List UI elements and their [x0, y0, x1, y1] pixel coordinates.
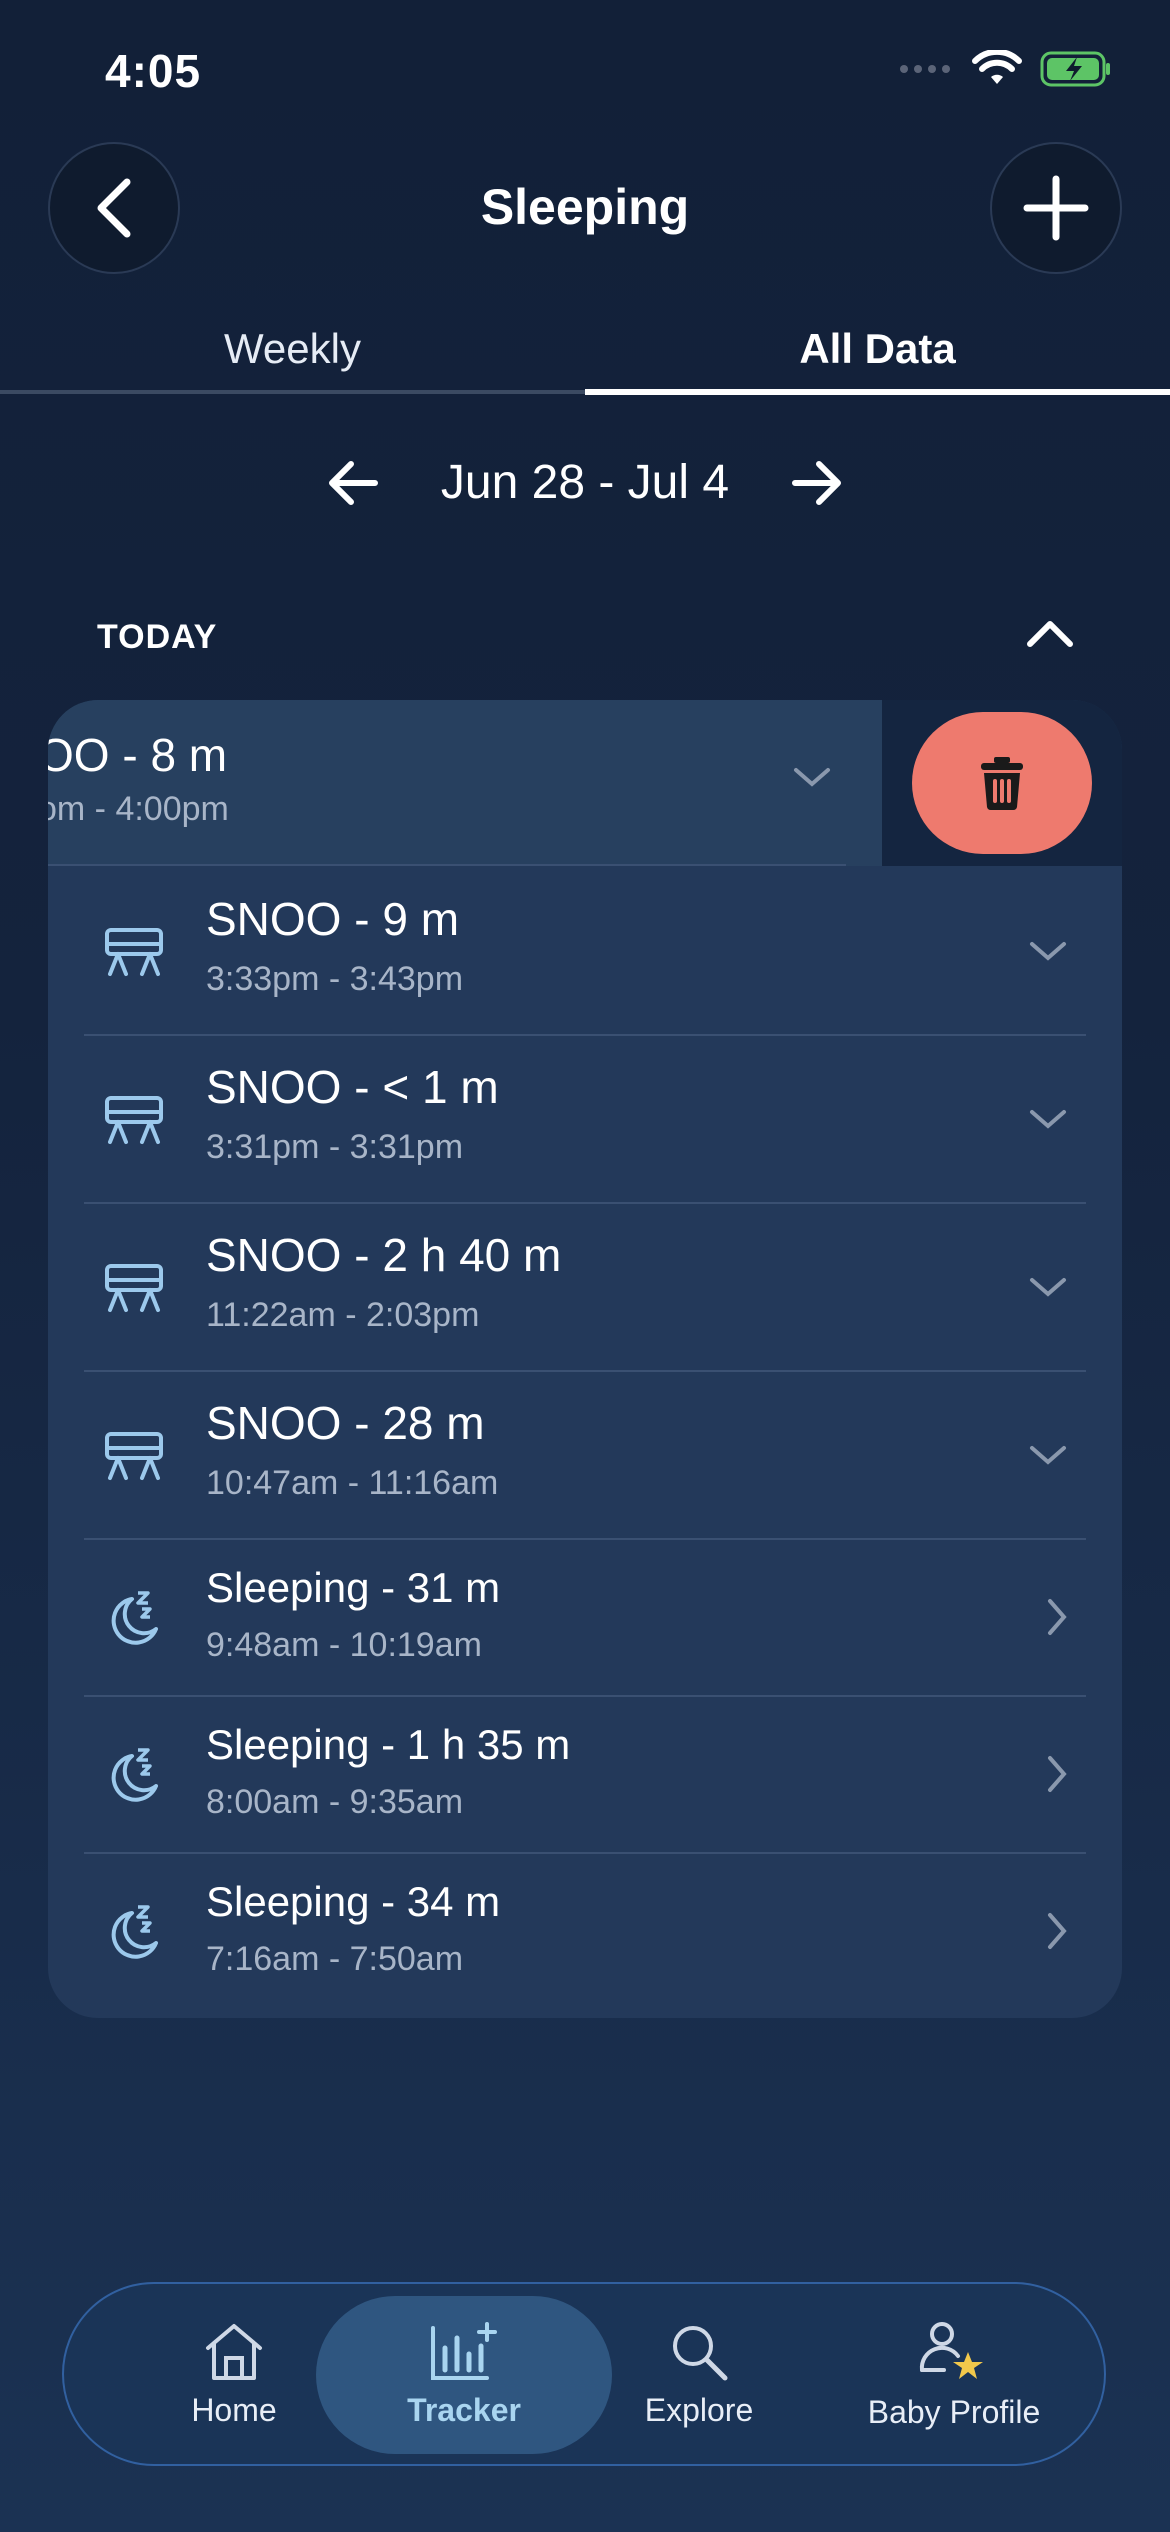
nav-item-home[interactable]: Home: [134, 2284, 334, 2464]
chevron-down-icon[interactable]: [1026, 1440, 1070, 1468]
chevron-right-icon[interactable]: [1042, 1752, 1070, 1796]
list-item[interactable]: SNOO - 9 m 3:33pm - 3:43pm: [84, 866, 1086, 1036]
chevron-down-icon[interactable]: [1026, 1104, 1070, 1132]
moon-sleep-icon: [111, 1904, 158, 1959]
status-time: 4:05: [105, 45, 202, 97]
arrow-right-icon[interactable]: [789, 458, 845, 508]
entry-time: 9:48am - 10:19am: [206, 1626, 482, 1664]
nav-label-tracker: Tracker: [407, 2391, 521, 2428]
snoo-bassinet-icon: [105, 1264, 163, 1312]
chevron-down-icon[interactable]: [1026, 936, 1070, 964]
moon-sleep-icon: [111, 1747, 158, 1802]
entry-time: om - 4:00pm: [48, 790, 229, 828]
tab-underline: [0, 390, 585, 394]
status-icons: [898, 50, 1112, 88]
nav-label-explore: Explore: [644, 2391, 754, 2428]
home-icon: [206, 2323, 262, 2380]
list-item[interactable]: SNOO - 2 h 40 m 11:22am - 2:03pm: [84, 1202, 1086, 1372]
entry-time: 3:31pm - 3:31pm: [206, 1128, 464, 1166]
add-entry-button[interactable]: [990, 142, 1122, 274]
entry-time: 11:22am - 2:03pm: [206, 1296, 480, 1334]
list-item[interactable]: SNOO - < 1 m 3:31pm - 3:31pm: [84, 1034, 1086, 1204]
entry-title: Sleeping - 1 h 35 m: [206, 1721, 571, 1768]
tab-weekly[interactable]: Weekly: [0, 325, 585, 373]
chevron-down-icon[interactable]: [1026, 1272, 1070, 1300]
list-item-swiped[interactable]: OO - 8 m om - 4:00pm: [48, 700, 882, 866]
trash-icon: [981, 757, 1023, 811]
battery-charging-icon: [1040, 51, 1110, 87]
search-icon: [673, 2325, 728, 2380]
list-item[interactable]: Sleeping - 1 h 35 m 8:00am - 9:35am: [84, 1695, 1086, 1854]
snoo-bassinet-icon: [105, 1096, 163, 1144]
date-range-label: Jun 28 - Jul 4: [440, 456, 730, 509]
tracker-chart-icon: [431, 2321, 497, 2380]
bottom-nav: Home Tracker Explore Baby Profile: [62, 2282, 1106, 2466]
plus-icon: [1023, 175, 1089, 241]
list-item[interactable]: Sleeping - 31 m 9:48am - 10:19am: [84, 1538, 1086, 1697]
nav-item-explore[interactable]: Explore: [594, 2284, 804, 2464]
snoo-bassinet-icon: [105, 1432, 163, 1480]
entry-time: 10:47am - 11:16am: [206, 1464, 499, 1502]
moon-sleep-icon: [111, 1590, 158, 1645]
chevron-right-icon[interactable]: [1042, 1909, 1070, 1953]
entry-title: SNOO - < 1 m: [206, 1061, 499, 1113]
chevron-down-icon[interactable]: [790, 762, 834, 790]
chevron-right-icon[interactable]: [1042, 1595, 1070, 1639]
baby-profile-icon: [919, 2321, 983, 2379]
entry-title: SNOO - 28 m: [206, 1397, 485, 1449]
entry-title: SNOO - 9 m: [206, 893, 460, 945]
date-range-navigator: Jun 28 - Jul 4: [0, 455, 1170, 510]
nav-label-baby-profile: Baby Profile: [867, 2393, 1041, 2430]
entry-title: SNOO - 2 h 40 m: [206, 1229, 562, 1281]
list-item[interactable]: Sleeping - 34 m 7:16am - 7:50am: [84, 1852, 1086, 2009]
entry-title: Sleeping - 31 m: [206, 1564, 501, 1611]
list-item[interactable]: SNOO - 28 m 10:47am - 11:16am: [84, 1370, 1086, 1540]
entry-time: 3:33pm - 3:43pm: [206, 960, 464, 998]
nav-item-tracker[interactable]: Tracker: [364, 2284, 564, 2464]
delete-button[interactable]: [912, 712, 1092, 854]
nav-label-home: Home: [191, 2391, 277, 2428]
cellular-signal-icon: [900, 65, 950, 73]
entry-title: OO - 8 m: [48, 729, 228, 781]
entry-time: 7:16am - 7:50am: [206, 1940, 464, 1978]
chevron-up-icon[interactable]: [1024, 614, 1076, 654]
tab-all-data[interactable]: All Data: [585, 325, 1170, 373]
snoo-bassinet-icon: [105, 928, 163, 976]
wifi-icon: [972, 50, 1022, 84]
nav-item-baby-profile[interactable]: Baby Profile: [834, 2284, 1074, 2464]
entry-title: Sleeping - 34 m: [206, 1878, 501, 1925]
arrow-left-icon[interactable]: [325, 458, 381, 508]
entry-time: 8:00am - 9:35am: [206, 1783, 464, 1821]
tab-active-indicator: [585, 389, 1170, 395]
sleep-entries-card: OO - 8 m om - 4:00pm SNOO - 9 m 3:33pm -…: [48, 700, 1122, 2018]
section-label-today: TODAY: [97, 618, 218, 656]
